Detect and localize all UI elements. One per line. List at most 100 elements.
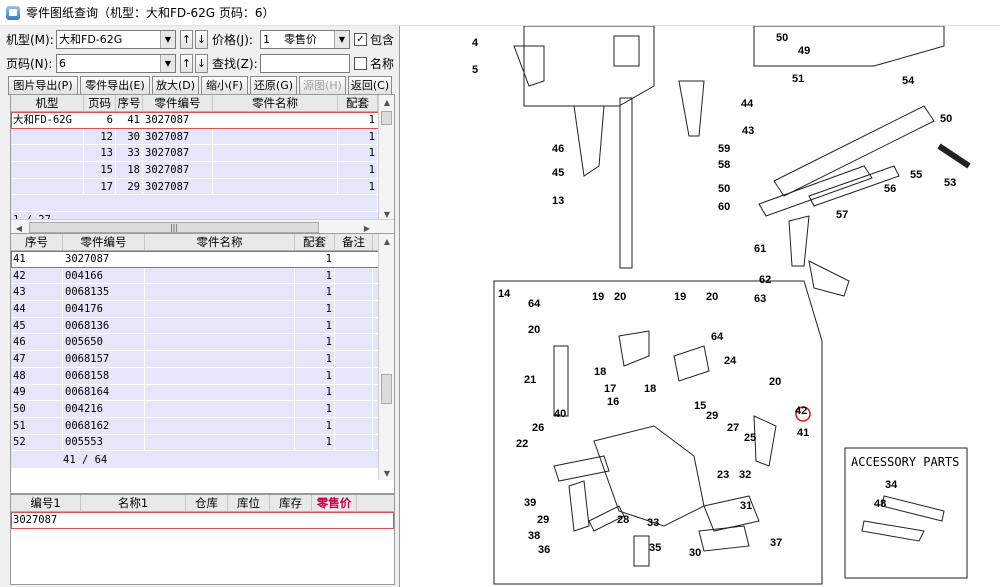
table-row[interactable]: 17 29 3027087 1 [11, 178, 394, 196]
callout-number[interactable]: 37 [770, 537, 782, 549]
name-checkbox[interactable] [354, 56, 367, 70]
col-part-name[interactable]: 零件名称 [145, 234, 295, 250]
restore-button[interactable]: 还原(G) [250, 75, 297, 95]
col-code[interactable]: 编号1 [11, 495, 81, 511]
table-row[interactable]: 46 005650 1 [11, 334, 394, 352]
callout-number[interactable]: 17 [604, 383, 616, 395]
callout-number[interactable]: 31 [740, 500, 752, 512]
callout-number[interactable]: 54 [902, 75, 915, 87]
model-down-button[interactable]: ↓ [195, 29, 208, 49]
callout-number[interactable]: 48 [874, 498, 886, 510]
callout-number[interactable]: 19 [592, 291, 604, 303]
callout-number[interactable]: 5 [472, 64, 478, 76]
scroll-down-icon[interactable]: ▼ [379, 466, 394, 480]
callout-number[interactable]: 4 [472, 37, 479, 49]
export-parts-button[interactable]: 零件导出(E) [80, 75, 150, 95]
chevron-down-icon[interactable]: ▼ [334, 30, 349, 48]
callout-number[interactable]: 14 [498, 288, 511, 300]
scroll-thumb[interactable] [381, 374, 392, 404]
callout-number[interactable]: 50 [940, 113, 952, 125]
col-stock[interactable]: 库存 [270, 495, 312, 511]
callout-number[interactable]: 64 [528, 298, 541, 310]
table-row[interactable]: 大和FD-62G 6 41 3027087 1 [11, 112, 394, 129]
callout-number[interactable]: 57 [836, 209, 848, 221]
col-seq[interactable]: 序号 [116, 95, 143, 111]
callout-number[interactable]: 58 [718, 159, 730, 171]
scroll-thumb[interactable] [381, 111, 392, 125]
callout-number[interactable]: 18 [594, 366, 606, 378]
col-set[interactable]: 配套 [295, 234, 335, 250]
table-row[interactable]: 45 0068136 1 [11, 317, 394, 335]
export-image-button[interactable]: 图片导出(P) [8, 75, 78, 95]
grid2-vscrollbar[interactable]: ▲ ▼ [378, 234, 394, 480]
table-row[interactable]: 47 0068157 1 [11, 351, 394, 368]
table-row[interactable]: 49 0068164 1 [11, 384, 394, 402]
model-select[interactable]: 大和FD-62G ▼ [56, 29, 176, 49]
include-checkbox[interactable]: ✓ [354, 32, 367, 46]
callout-number[interactable]: 53 [944, 177, 956, 189]
callout-number[interactable]: 43 [742, 125, 754, 137]
table-row[interactable]: 3027087 [11, 512, 394, 529]
callout-number[interactable]: 63 [754, 293, 766, 305]
col-location[interactable]: 库位 [228, 495, 270, 511]
callout-number[interactable]: 24 [724, 355, 737, 367]
callout-number[interactable]: 34 [885, 479, 898, 491]
source-image-button[interactable]: 源图(H) [299, 75, 346, 95]
col-part-no[interactable]: 零件编号 [143, 95, 213, 111]
zoom-in-button[interactable]: 放大(D) [152, 75, 199, 95]
scroll-up-icon[interactable]: ▲ [379, 234, 394, 248]
callout-number[interactable]: 47 [404, 26, 416, 29]
callout-number[interactable]: 19 [674, 291, 686, 303]
parts-diagram[interactable]: ACCESSORY PARTS 4 5 50 49 51 54 50 44 43 59 58 55 53… [404, 26, 1000, 587]
callout-number[interactable]: 64 [711, 331, 724, 343]
col-set[interactable]: 配套 [338, 95, 378, 111]
grid1-vscrollbar[interactable]: ▲ ▼ [378, 95, 394, 221]
table-row[interactable]: 12 30 3027087 1 [11, 128, 394, 146]
page-select[interactable]: 6 ▼ [56, 53, 176, 73]
scroll-thumb[interactable]: ||| [29, 222, 319, 233]
callout-number[interactable]: 29 [706, 410, 718, 422]
find-input[interactable] [260, 53, 350, 73]
callout-number[interactable]: 46 [552, 143, 564, 155]
col-retail-price[interactable]: 零售价 [312, 495, 357, 511]
col-name[interactable]: 名称1 [81, 495, 186, 511]
page-down-button[interactable]: ↓ [195, 53, 208, 73]
col-warehouse[interactable]: 仓库 [186, 495, 228, 511]
table-row[interactable]: 15 18 3027087 1 [11, 162, 394, 179]
callout-number[interactable]: 30 [689, 547, 701, 559]
callout-number[interactable]: 25 [744, 432, 756, 444]
callout-number[interactable]: 13 [552, 195, 564, 207]
table-row[interactable]: 52 005553 1 [11, 434, 394, 452]
callout-number[interactable]: 20 [614, 291, 626, 303]
col-part-name[interactable]: 零件名称 [213, 95, 338, 111]
callout-number[interactable]: 56 [884, 183, 896, 195]
callout-number[interactable]: 36 [538, 544, 550, 556]
callout-number[interactable]: 32 [739, 469, 751, 481]
callout-number[interactable]: 16 [607, 396, 619, 408]
callout-number[interactable]: 44 [741, 98, 754, 110]
callout-number[interactable]: 33 [647, 517, 659, 529]
callout-number[interactable]: 51 [792, 73, 804, 85]
price-select[interactable]: 1 零售价 ▼ [260, 29, 350, 49]
col-page[interactable]: 页码 [84, 95, 116, 111]
callout-number[interactable]: 39 [524, 497, 536, 509]
scroll-up-icon[interactable]: ▲ [379, 95, 394, 109]
table-row[interactable]: 50 004216 1 [11, 401, 394, 418]
callout-number[interactable]: 26 [532, 422, 544, 434]
callout-number[interactable]: 50 [776, 32, 788, 44]
callout-number[interactable]: 18 [644, 383, 656, 395]
callout-number[interactable]: 50 [718, 183, 730, 195]
chevron-down-icon[interactable]: ▼ [160, 54, 175, 72]
callout-number[interactable]: 22 [516, 438, 528, 450]
callout-number[interactable]: 55 [910, 169, 922, 181]
callout-number[interactable]: 23 [717, 469, 729, 481]
callout-number[interactable]: 27 [727, 422, 739, 434]
callout-number[interactable]: 21 [524, 374, 536, 386]
col-seq[interactable]: 序号 [11, 234, 63, 250]
zoom-out-button[interactable]: 缩小(F) [201, 75, 248, 95]
callout-number[interactable]: 38 [528, 530, 540, 542]
table-row[interactable]: 42 004166 1 [11, 267, 394, 285]
table-row[interactable]: 41 3027087 1 [11, 251, 394, 268]
table-row[interactable]: 48 0068158 1 [11, 367, 394, 385]
table-row[interactable]: 43 0068135 1 [11, 284, 394, 302]
